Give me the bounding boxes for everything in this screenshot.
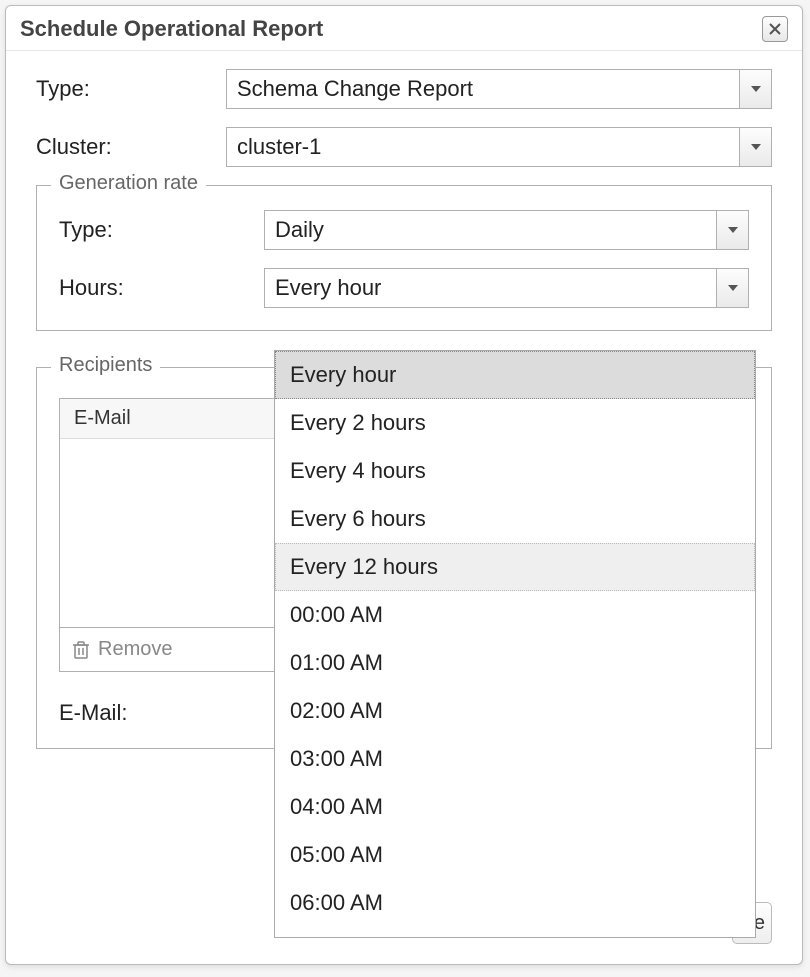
report-type-combo[interactable]: Schema Change Report [226, 69, 772, 109]
gen-type-combo[interactable]: Daily [264, 210, 749, 250]
cluster-combo[interactable]: cluster-1 [226, 127, 772, 167]
hours-option[interactable]: 03:00 AM [275, 735, 755, 783]
close-button[interactable] [762, 16, 788, 42]
hours-dropdown[interactable]: Every hourEvery 2 hoursEvery 4 hoursEver… [274, 350, 756, 938]
hours-option[interactable]: 04:00 AM [275, 783, 755, 831]
hours-option[interactable]: Every hour [275, 351, 755, 399]
type-row: Type: Schema Change Report [36, 69, 772, 109]
hours-option[interactable]: 07:00 AM [275, 927, 755, 937]
hours-combo[interactable]: Every hour [264, 268, 749, 308]
gen-type-row: Type: Daily [59, 210, 749, 250]
chevron-down-icon [750, 83, 762, 95]
type-label: Type: [36, 76, 226, 102]
hours-trigger[interactable] [716, 269, 748, 307]
report-type-value: Schema Change Report [227, 76, 739, 102]
hours-option[interactable]: 00:00 AM [275, 591, 755, 639]
hours-option[interactable]: Every 12 hours [275, 543, 755, 591]
report-type-trigger[interactable] [739, 70, 771, 108]
trash-icon [72, 640, 90, 660]
generation-rate-legend: Generation rate [51, 172, 206, 195]
chevron-down-icon [727, 282, 739, 294]
hours-value: Every hour [265, 275, 716, 301]
gen-type-value: Daily [265, 217, 716, 243]
hours-option[interactable]: Every 4 hours [275, 447, 755, 495]
hours-option[interactable]: Every 2 hours [275, 399, 755, 447]
schedule-report-dialog: Schedule Operational Report Type: Schema… [5, 5, 803, 965]
cluster-label: Cluster: [36, 134, 226, 160]
remove-label: Remove [98, 638, 172, 661]
close-icon [768, 22, 782, 36]
hours-option[interactable]: 01:00 AM [275, 639, 755, 687]
chevron-down-icon [727, 224, 739, 236]
cluster-row: Cluster: cluster-1 [36, 127, 772, 167]
gen-type-trigger[interactable] [716, 211, 748, 249]
dialog-header: Schedule Operational Report [6, 6, 802, 51]
hours-option[interactable]: 05:00 AM [275, 831, 755, 879]
generation-rate-fieldset: Generation rate Type: Daily Hours: Every… [36, 185, 772, 331]
hours-option[interactable]: Every 6 hours [275, 495, 755, 543]
hours-option[interactable]: 06:00 AM [275, 879, 755, 927]
cluster-value: cluster-1 [227, 134, 739, 160]
hours-label: Hours: [59, 275, 264, 301]
recipients-legend: Recipients [51, 354, 160, 377]
remove-button[interactable]: Remove [72, 638, 172, 661]
hours-dropdown-list[interactable]: Every hourEvery 2 hoursEvery 4 hoursEver… [275, 351, 755, 937]
hours-option[interactable]: 02:00 AM [275, 687, 755, 735]
cluster-trigger[interactable] [739, 128, 771, 166]
hours-row: Hours: Every hour [59, 268, 749, 308]
chevron-down-icon [750, 141, 762, 153]
gen-type-label: Type: [59, 217, 264, 243]
dialog-title: Schedule Operational Report [20, 16, 323, 42]
email-label: E-Mail: [59, 700, 264, 726]
